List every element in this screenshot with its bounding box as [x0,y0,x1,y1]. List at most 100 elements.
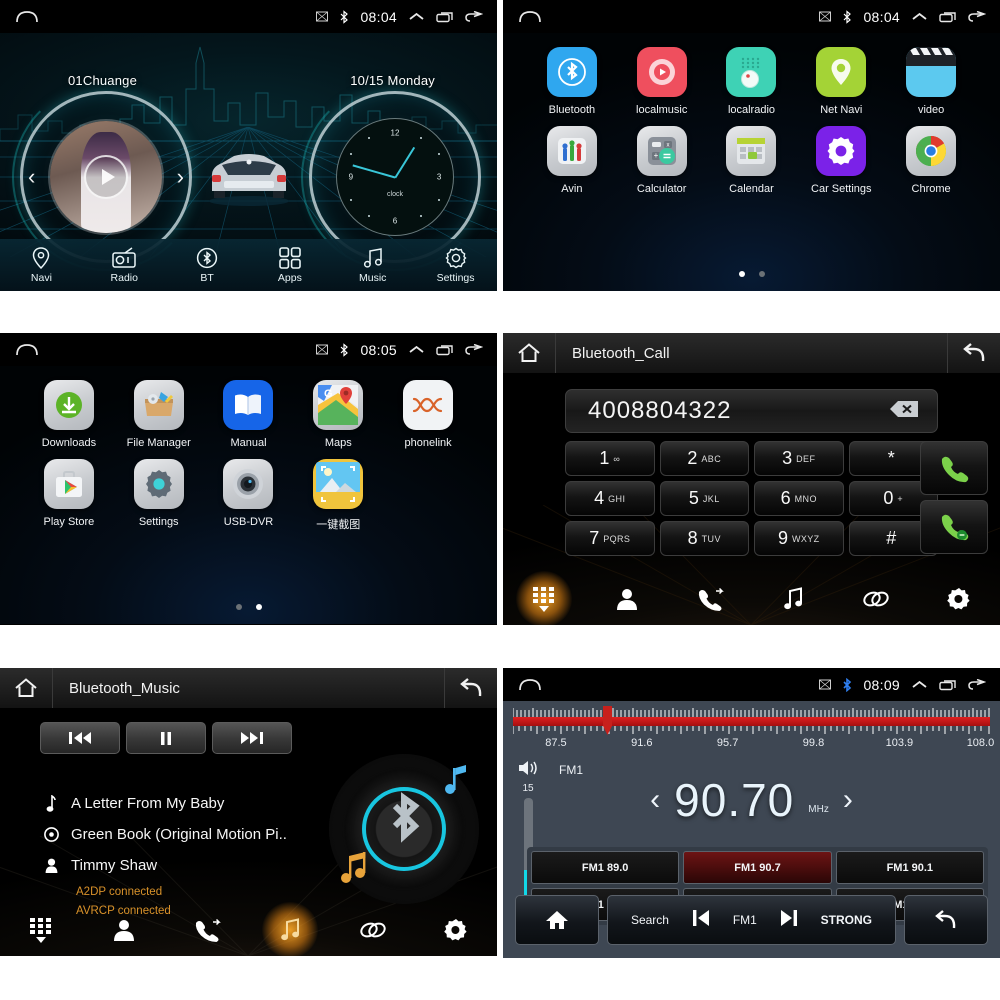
key-3[interactable]: 3 DEF [754,441,844,476]
tuner-needle[interactable] [601,706,614,736]
key-6[interactable]: 6 MNO [754,481,844,516]
recents-icon[interactable] [939,679,957,691]
band-button[interactable]: FM1 [733,913,757,927]
gear-icon [445,247,467,269]
dock-item-settings[interactable]: Settings [414,247,497,284]
next-station-button[interactable]: › [843,783,853,817]
tab-settings[interactable] [917,573,1000,625]
app-phonelink[interactable]: phonelink [383,380,473,449]
app-filemanager[interactable]: File Manager [114,380,204,449]
app-playstore[interactable]: Play Store [24,459,114,532]
tab-music[interactable] [751,573,834,625]
tab-music[interactable] [248,902,331,956]
back-icon[interactable] [968,678,986,691]
media-ring[interactable]: ‹ › [12,83,200,271]
collapse-up-icon[interactable] [911,679,928,691]
collapse-up-icon[interactable] [408,11,425,23]
app-localmusic[interactable]: localmusic [617,47,707,116]
app-carsettings[interactable]: Car Settings [796,126,886,195]
call-answer-button[interactable] [920,441,988,495]
album-art[interactable] [50,121,162,233]
app-avin[interactable]: Avin [527,126,617,195]
collapse-up-icon[interactable] [408,344,425,356]
app-bluetooth[interactable]: Bluetooth [527,47,617,116]
key-digit: 0 [883,488,894,508]
recents-icon[interactable] [436,11,454,23]
call-end-button[interactable] [920,500,988,554]
tuner-scale[interactable] [512,706,990,736]
backspace-icon[interactable] [889,400,919,423]
app-manual[interactable]: Manual [204,380,294,449]
app-localradio[interactable]: localradio [707,47,797,116]
back-arrow-icon[interactable] [947,333,1000,373]
app-usbdvr[interactable]: USB-DVR [204,459,294,532]
key-4[interactable]: 4 GHI [565,481,655,516]
app-maps[interactable]: G Maps [293,380,383,449]
app-calculator[interactable]: x + Calculator [617,126,707,195]
play-button[interactable] [84,155,128,199]
next-track-arrow[interactable]: › [177,164,184,190]
tab-settings[interactable] [414,904,497,956]
home-icon[interactable] [517,677,543,693]
home-button[interactable] [515,895,599,945]
home-icon[interactable] [14,9,40,25]
return-button[interactable] [904,895,988,945]
tab-calllog[interactable] [669,573,752,625]
key-9[interactable]: 9 WXYZ [754,521,844,556]
back-arrow-icon[interactable] [444,668,497,708]
page-dot-1[interactable] [738,271,745,277]
preset-2[interactable]: FM1 90.7 [683,851,832,884]
previous-track-button[interactable] [40,722,120,754]
prev-station-button[interactable]: ‹ [650,783,660,817]
tab-dialpad[interactable] [503,571,586,625]
tab-contacts[interactable] [83,904,166,956]
page-dot-2[interactable] [758,271,765,277]
key-1[interactable]: 1 ∞ [565,441,655,476]
page-dot-1[interactable] [235,604,242,610]
collapse-up-icon[interactable] [911,11,928,23]
dock-item-bt[interactable]: BT [166,247,249,284]
next-track-button[interactable] [212,722,292,754]
back-icon[interactable] [465,343,483,356]
tab-contacts[interactable] [586,573,669,625]
status-time: 08:04 [863,8,900,25]
page-dot-2[interactable] [255,604,262,610]
dock-item-navi[interactable]: Navi [0,246,83,284]
app-video[interactable]: video [886,47,976,116]
key-8[interactable]: 8 TUV [659,521,749,556]
key-7[interactable]: 7 PQRS [565,521,655,556]
preset-3[interactable]: FM1 90.1 [835,851,984,884]
app-downloads[interactable]: Downloads [24,380,114,449]
pause-button[interactable] [126,722,206,754]
preset-1[interactable]: FM1 89.0 [531,851,680,884]
home-icon[interactable] [517,9,543,25]
tab-link[interactable] [834,573,917,625]
search-button[interactable]: Search [631,913,669,927]
home-icon[interactable] [0,668,53,708]
dock-item-apps[interactable]: Apps [248,246,331,284]
key-2[interactable]: 2 ABC [659,441,749,476]
strong-button[interactable]: STRONG [821,913,872,927]
skip-prev-button[interactable] [691,909,711,932]
home-icon[interactable] [14,342,40,358]
phone-number-display[interactable]: 4008804322 [565,389,938,433]
app-settings[interactable]: Settings [114,459,204,532]
app-calendar[interactable]: Calendar [707,126,797,195]
tab-dialpad[interactable] [0,904,83,956]
dock-item-music[interactable]: Music [331,247,414,284]
clock-ring[interactable]: 12 3 6 9 clock [301,83,489,271]
home-icon[interactable] [503,333,556,373]
prev-track-arrow[interactable]: ‹ [28,164,35,190]
tab-calllog[interactable] [166,904,249,956]
tab-link[interactable] [331,904,414,956]
recents-icon[interactable] [939,11,957,23]
app-chrome[interactable]: Chrome [886,126,976,195]
recents-icon[interactable] [436,344,454,356]
key-5[interactable]: 5 JKL [659,481,749,516]
back-icon[interactable] [968,10,986,23]
app-netnavi[interactable]: Net Navi [796,47,886,116]
dock-item-radio[interactable]: Radio [83,247,166,284]
skip-next-button[interactable] [779,909,799,932]
app-screenshot[interactable]: 一键截图 [293,459,383,532]
back-icon[interactable] [465,10,483,23]
